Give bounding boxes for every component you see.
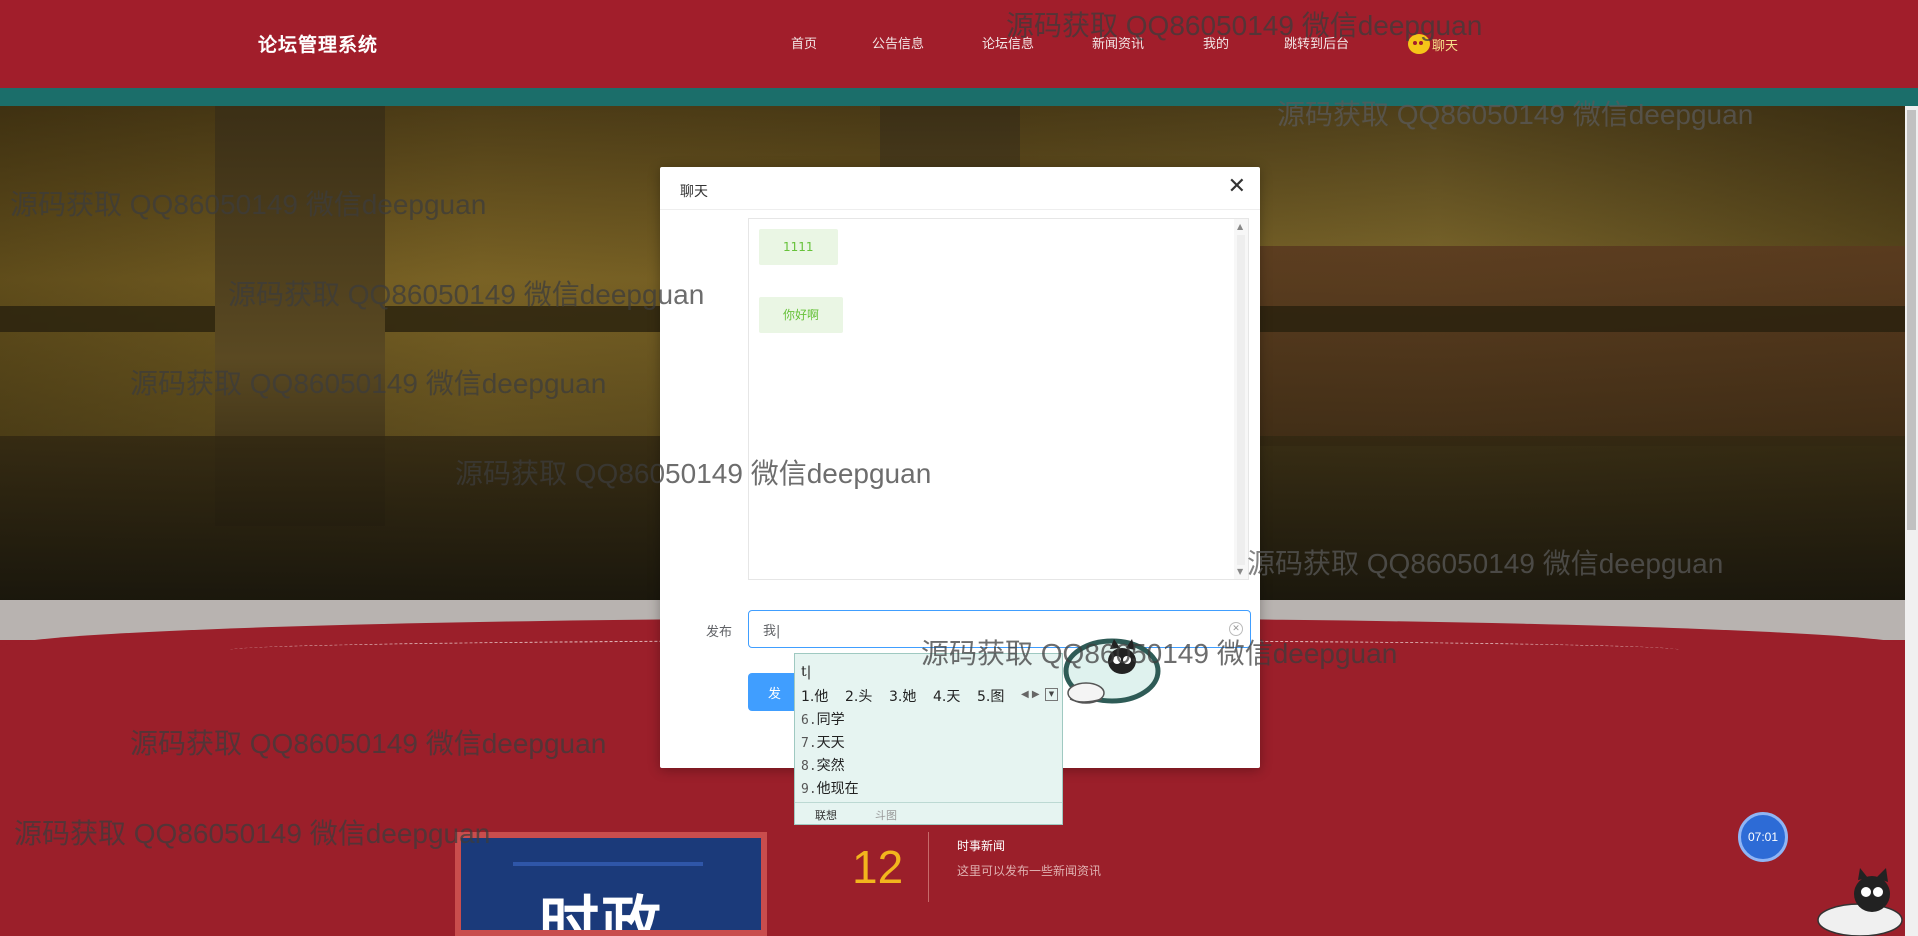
ime-candidate[interactable]: 6.同学 xyxy=(801,709,845,729)
ime-candidate[interactable]: 5.图 xyxy=(977,686,1004,706)
ime-tab-bar: 联想 斗图 xyxy=(795,802,1062,824)
dialog-header: 聊天 ✕ xyxy=(660,167,1260,210)
nav-chat[interactable]: 聊天 xyxy=(1408,33,1458,55)
ime-candidate-number: 7. xyxy=(801,736,817,751)
ime-candidate-text: 图 xyxy=(990,689,1005,705)
ime-candidate-text: 他 xyxy=(814,689,829,705)
ime-candidate[interactable]: 8.突然 xyxy=(801,755,845,775)
ime-page-arrows-icon[interactable]: ◀ ▶ xyxy=(1021,689,1040,700)
ime-candidate-text: 同学 xyxy=(816,712,845,728)
ime-candidate-text: 他现在 xyxy=(816,781,859,797)
watermark: 源码获取 QQ86050149 微信deepguan xyxy=(14,818,491,849)
watermark: 源码获取 QQ86050149 微信deepguan xyxy=(130,728,607,759)
countdown-timer[interactable]: 07:01 xyxy=(1738,812,1788,862)
site-header: 论坛管理系统 首页 公告信息 论坛信息 新闻资讯 我的 跳转到后台 聊天 xyxy=(0,0,1918,88)
ime-tab-suggest[interactable]: 联想 xyxy=(815,807,837,823)
ime-candidate-text: 她 xyxy=(902,689,917,705)
ime-candidate-number: 6. xyxy=(801,713,817,728)
site-logo[interactable]: 论坛管理系统 xyxy=(258,30,378,57)
news-description: 这里可以发布一些新闻资讯 xyxy=(957,864,1102,878)
ime-candidate[interactable]: 4.天 xyxy=(933,686,960,706)
news-thumbnail[interactable]: 时政 xyxy=(455,832,767,936)
ime-candidate-number: 8. xyxy=(801,759,817,774)
nav-home[interactable]: 首页 xyxy=(791,33,817,52)
ime-candidate[interactable]: 7.天天 xyxy=(801,732,845,752)
ime-candidate-number: 3. xyxy=(889,689,903,705)
news-thumbnail-title: 时政 xyxy=(539,890,663,936)
ime-candidate-text: 天天 xyxy=(816,735,845,751)
wechat-icon xyxy=(1408,34,1430,54)
ime-candidate-number: 9. xyxy=(801,782,817,797)
ime-candidate[interactable]: 1.他 xyxy=(801,686,828,706)
ime-candidate-text: 突然 xyxy=(816,758,845,774)
dialog-title: 聊天 xyxy=(680,184,708,200)
ime-candidate-number: 5. xyxy=(977,689,991,705)
clear-icon[interactable]: ✕ xyxy=(1229,622,1243,636)
message-input[interactable] xyxy=(748,610,1251,648)
ime-candidate-number: 4. xyxy=(933,689,947,705)
ime-tab-stickers[interactable]: 斗图 xyxy=(875,807,897,823)
page-scrollbar[interactable] xyxy=(1905,106,1918,936)
ime-candidate[interactable]: 3.她 xyxy=(889,686,916,706)
page-scrollbar-thumb[interactable] xyxy=(1907,110,1916,530)
chat-message: 你好啊 xyxy=(759,297,844,333)
scroll-down-icon[interactable]: ▼ xyxy=(1237,567,1243,576)
close-icon[interactable]: ✕ xyxy=(1228,176,1246,198)
corner-cat-icon[interactable] xyxy=(1812,868,1912,936)
ime-candidate-text: 天 xyxy=(946,689,961,705)
ime-candidate-text: 头 xyxy=(858,689,873,705)
news-thumbnail-band xyxy=(513,862,703,866)
post-label: 发布 xyxy=(706,625,733,640)
nav-announcements[interactable]: 公告信息 xyxy=(872,33,924,52)
chat-message: 1111 xyxy=(759,229,838,265)
nav-chat-label: 聊天 xyxy=(1432,38,1459,54)
ime-expand-icon[interactable]: ▼ xyxy=(1045,688,1058,701)
nav-forum[interactable]: 论坛信息 xyxy=(982,33,1034,52)
ime-candidate[interactable]: 9.他现在 xyxy=(801,778,859,798)
nav-mine[interactable]: 我的 xyxy=(1203,33,1229,52)
header-accent-strip xyxy=(0,88,1918,106)
chat-message-list[interactable]: 1111 你好啊 ▲ ▼ xyxy=(748,218,1249,580)
chat-scrollbar-thumb[interactable] xyxy=(1237,235,1245,565)
ime-mascot-icon xyxy=(1063,638,1161,704)
banner-city xyxy=(1200,246,1918,446)
nav-admin[interactable]: 跳转到后台 xyxy=(1284,33,1349,52)
chat-scrollbar[interactable]: ▲ ▼ xyxy=(1234,219,1248,579)
ime-candidate-number: 1. xyxy=(801,689,815,705)
ime-candidate[interactable]: 2.头 xyxy=(845,686,872,706)
nav-news[interactable]: 新闻资讯 xyxy=(1092,33,1144,52)
news-date: 12 xyxy=(852,841,904,893)
ime-candidate-number: 2. xyxy=(845,689,859,705)
news-title[interactable]: 时事新闻 xyxy=(957,837,1005,854)
scroll-up-icon[interactable]: ▲ xyxy=(1237,222,1243,231)
news-divider xyxy=(928,832,929,902)
ime-candidate-window: t| 1.他 2.头 3.她 4.天 5.图 ◀ ▶ ▼ 6.同学 7.天天 8… xyxy=(794,653,1063,825)
ime-pinyin-input: t| xyxy=(801,664,812,680)
